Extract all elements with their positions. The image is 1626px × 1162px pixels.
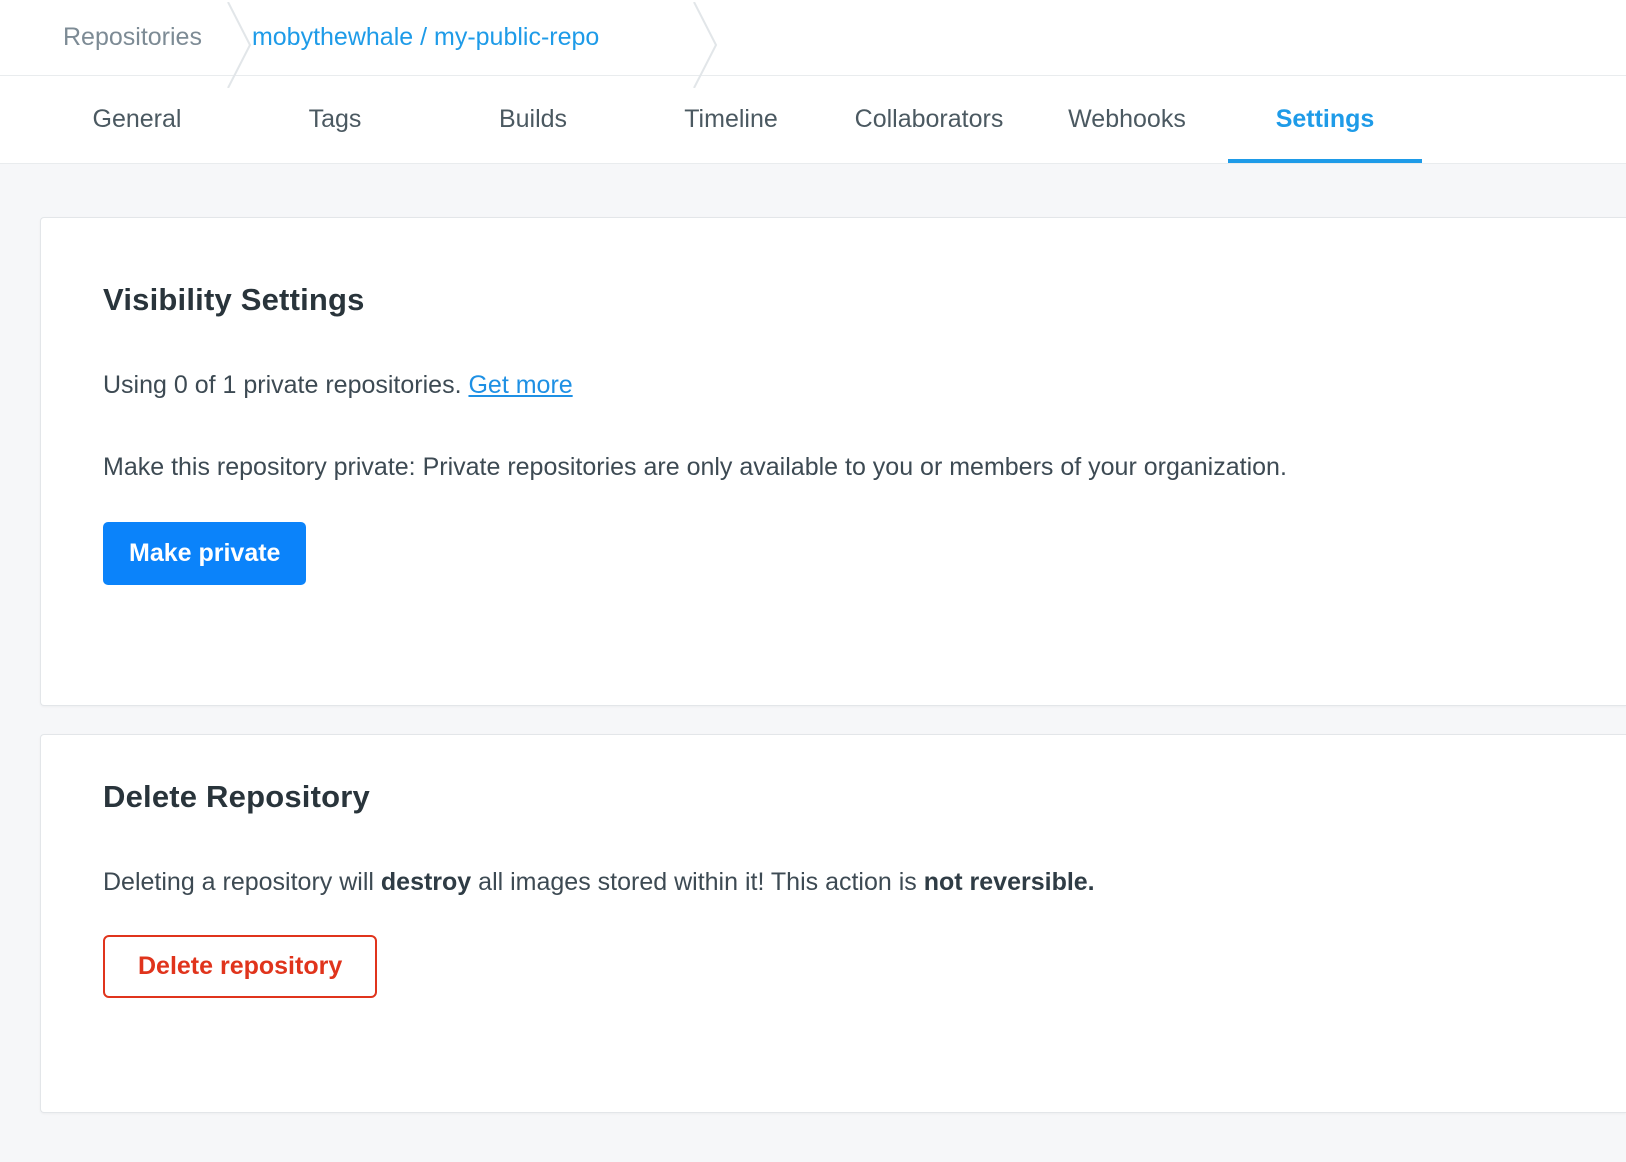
make-private-description: Make this repository private: Private re…: [103, 452, 1564, 482]
tab-builds[interactable]: Builds: [434, 76, 632, 163]
tab-timeline[interactable]: Timeline: [632, 76, 830, 163]
tab-settings[interactable]: Settings: [1226, 76, 1424, 163]
delete-repository-card: Delete Repository Deleting a repository …: [40, 734, 1626, 1113]
tab-general[interactable]: General: [38, 76, 236, 163]
repo-tab-bar: General Tags Builds Timeline Collaborato…: [0, 76, 1626, 164]
tab-tags[interactable]: Tags: [236, 76, 434, 163]
breadcrumb-chevron-icon: [226, 2, 252, 88]
delete-warning-not-reversible: not reversible.: [924, 868, 1095, 896]
tab-settings-label: Settings: [1276, 105, 1375, 134]
delete-warning-text: Deleting a repository will destroy all i…: [103, 867, 1564, 897]
visibility-settings-card: Visibility Settings Using 0 of 1 private…: [40, 217, 1626, 706]
breadcrumb: Repositories mobythewhale / my-public-re…: [0, 0, 1626, 76]
breadcrumb-chevron-icon: [692, 2, 718, 88]
delete-repository-title: Delete Repository: [103, 779, 1564, 815]
private-repo-usage-label: Using 0 of 1 private repositories.: [103, 371, 468, 399]
delete-warning-destroy: destroy: [381, 868, 471, 896]
active-tab-indicator: [1228, 159, 1422, 163]
make-private-button[interactable]: Make private: [103, 522, 306, 585]
get-more-link[interactable]: Get more: [468, 371, 572, 399]
private-repo-usage-text: Using 0 of 1 private repositories. Get m…: [103, 370, 1564, 400]
breadcrumb-item-repositories[interactable]: Repositories: [63, 23, 202, 52]
delete-warning-prefix: Deleting a repository will: [103, 868, 381, 896]
tab-webhooks[interactable]: Webhooks: [1028, 76, 1226, 163]
breadcrumb-item-current-repo[interactable]: mobythewhale / my-public-repo: [252, 23, 599, 52]
delete-repository-button[interactable]: Delete repository: [103, 935, 377, 998]
delete-warning-middle: all images stored within it! This action…: [471, 868, 924, 896]
tab-collaborators[interactable]: Collaborators: [830, 76, 1028, 163]
visibility-settings-title: Visibility Settings: [103, 282, 1564, 318]
settings-page-content: Visibility Settings Using 0 of 1 private…: [0, 217, 1626, 1113]
